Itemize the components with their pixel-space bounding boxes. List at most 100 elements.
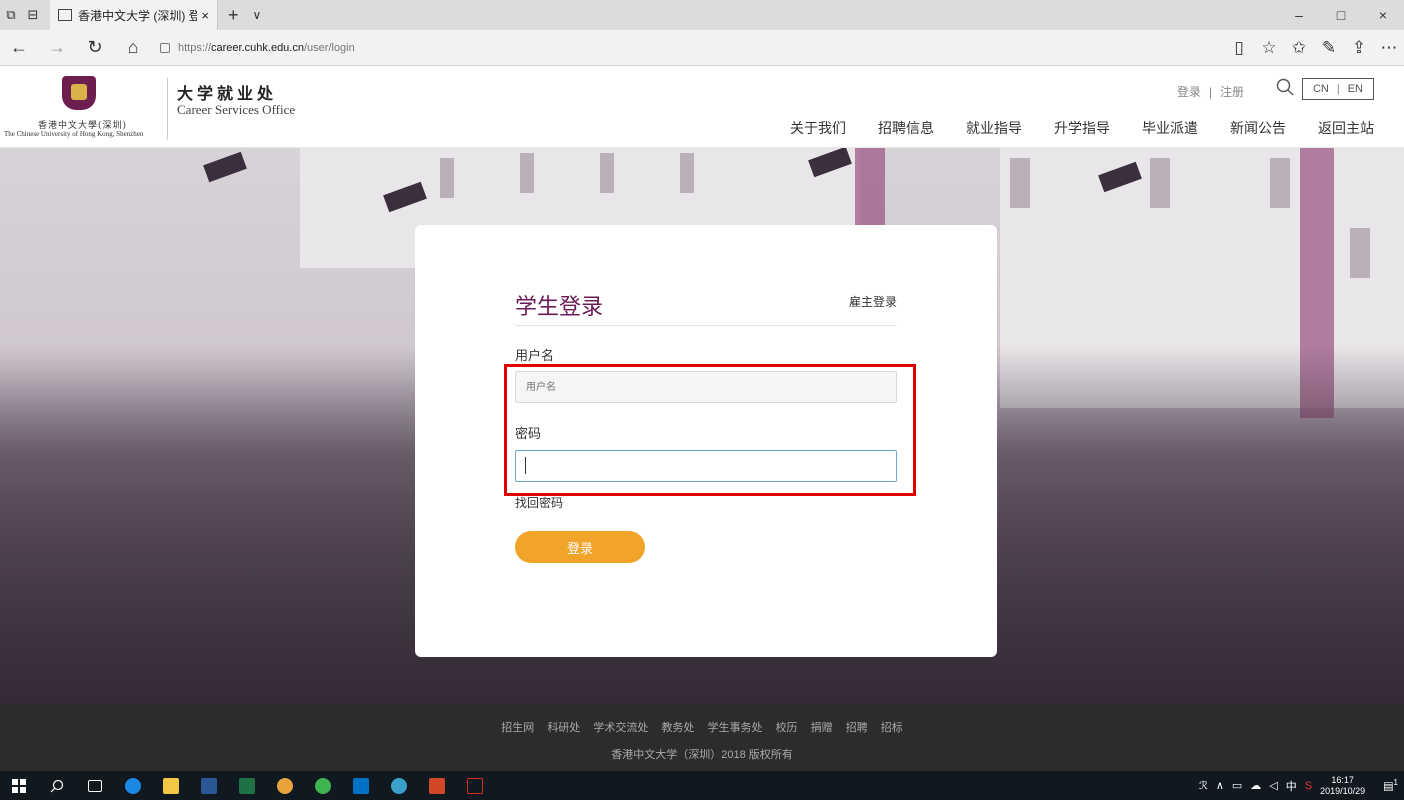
action-center-icon[interactable]: ▤1 [1383, 778, 1398, 793]
people-icon[interactable]: ℛ [1199, 779, 1208, 792]
restore-button[interactable]: □ [1320, 0, 1362, 30]
window-controls: – □ × [1278, 0, 1404, 30]
windows-taskbar: ℛ ∧ ▭ ☁ ◁ 中 S 16:17 2019/10/29 ▤1 [0, 771, 1404, 800]
browser-tab-bar: ⧉ ⊟ 香港中文大学 (深圳) 登录 × + ∨ – □ × [0, 0, 1404, 30]
footer-link-registry[interactable]: 教务处 [661, 722, 694, 734]
password-label: 密码 [515, 426, 542, 441]
clock-time: 16:17 [1331, 774, 1354, 785]
text-cursor [525, 457, 526, 474]
footer-link-research[interactable]: 科研处 [547, 722, 580, 734]
nav-career-guidance[interactable]: 就业指导 [966, 118, 1022, 138]
forward-arrow-icon[interactable]: → [38, 30, 76, 66]
reading-view-icon[interactable]: ▯ [1224, 38, 1254, 58]
powerpoint-icon[interactable] [418, 771, 456, 800]
window-shape [1150, 158, 1170, 208]
language-switcher: CN | EN [1301, 78, 1374, 100]
username-label: 用户名 [515, 348, 555, 363]
url-host: career.cuhk.edu.cn [211, 41, 304, 54]
system-clock[interactable]: 16:17 2019/10/29 [1320, 775, 1365, 797]
volume-icon[interactable]: ◁ [1269, 779, 1277, 792]
main-nav: 关于我们 招聘信息 就业指导 升学指导 毕业派遣 新闻公告 返回主站 [758, 118, 1374, 138]
start-button[interactable] [0, 771, 38, 800]
employer-login-link[interactable]: 雇主登录 [849, 293, 897, 310]
utility-links: 登录 | 注册 [1177, 83, 1244, 100]
lang-cn-button[interactable]: CN [1313, 83, 1329, 95]
edge-browser-icon[interactable] [114, 771, 152, 800]
username-input[interactable] [515, 371, 897, 403]
url-prefix: https:// [178, 41, 212, 54]
app-icon[interactable] [380, 771, 418, 800]
favorites-list-icon[interactable]: ✩ [1284, 38, 1314, 58]
word-icon[interactable] [190, 771, 228, 800]
nav-graduate-dispatch[interactable]: 毕业派遣 [1142, 118, 1198, 138]
window-shape [1350, 228, 1370, 278]
tray-chevron-icon[interactable]: ∧ [1216, 779, 1224, 792]
student-login-title: 学生登录 [515, 294, 604, 319]
title-divider [515, 325, 897, 326]
acrobat-icon[interactable] [456, 771, 494, 800]
minimize-button[interactable]: – [1278, 0, 1320, 30]
url-field[interactable]: https://career.cuhk.edu.cn/user/login [160, 42, 355, 54]
window-shape [1010, 158, 1030, 208]
nav-news[interactable]: 新闻公告 [1230, 118, 1286, 138]
outlook-icon[interactable] [342, 771, 380, 800]
login-button[interactable]: 登录 [515, 531, 645, 563]
window-shape [680, 153, 694, 193]
search-icon[interactable] [1276, 78, 1294, 96]
sogou-input-icon[interactable]: S [1305, 780, 1312, 792]
copyright-text: 香港中文大学（深圳）2018 版权所有 [611, 749, 793, 761]
register-link[interactable]: 注册 [1220, 83, 1244, 100]
set-tabs-aside-icon[interactable]: ⧉ [0, 4, 22, 26]
nav-main-site[interactable]: 返回主站 [1318, 118, 1374, 138]
lang-en-button[interactable]: EN [1348, 83, 1363, 95]
tabs-aside-icon[interactable]: ⊟ [22, 4, 44, 26]
footer-link-calendar[interactable]: 校历 [776, 722, 798, 734]
browser-tab-active[interactable]: 香港中文大学 (深圳) 登录 × [50, 0, 218, 30]
network-icon[interactable]: ▭ [1232, 779, 1242, 792]
favorite-star-icon[interactable]: ☆ [1254, 38, 1284, 58]
window-shape [600, 153, 614, 193]
home-icon[interactable]: ⌂ [114, 30, 152, 66]
graduation-cap-shape [203, 151, 247, 183]
share-icon[interactable]: ⇪ [1344, 38, 1374, 58]
ime-indicator[interactable]: 中 [1286, 778, 1297, 794]
close-window-button[interactable]: × [1362, 0, 1404, 30]
footer-link-academic-exchange[interactable]: 学术交流处 [593, 722, 648, 734]
footer-link-donation[interactable]: 捐赠 [811, 722, 833, 734]
tab-close-icon[interactable]: × [201, 8, 209, 23]
refresh-icon[interactable]: ↻ [76, 30, 114, 66]
new-tab-button[interactable]: + [228, 5, 239, 26]
footer-link-student-affairs[interactable]: 学生事务处 [708, 722, 763, 734]
lang-separator: | [1336, 83, 1340, 95]
tab-list-chevron-icon[interactable]: ∨ [253, 8, 262, 22]
search-taskbar-icon[interactable] [38, 771, 76, 800]
excel-icon[interactable] [228, 771, 266, 800]
window-shape [520, 153, 534, 193]
file-explorer-icon[interactable] [152, 771, 190, 800]
browser-toolbar-right: ▯ ☆ ✩ ✎ ⇪ ⋯ [1224, 30, 1404, 66]
onedrive-icon[interactable]: ☁ [1250, 779, 1261, 792]
system-tray: ℛ ∧ ▭ ☁ ◁ 中 S 16:17 2019/10/29 ▤1 [1191, 771, 1404, 800]
nav-recruitment[interactable]: 招聘信息 [878, 118, 934, 138]
nav-further-study[interactable]: 升学指导 [1054, 118, 1110, 138]
web-note-pen-icon[interactable]: ✎ [1314, 38, 1344, 58]
password-input[interactable] [515, 450, 897, 482]
forgot-password-link[interactable]: 找回密码 [515, 494, 563, 511]
tab-title: 香港中文大学 (深圳) 登录 [78, 8, 198, 23]
login-link[interactable]: 登录 [1177, 83, 1201, 100]
nav-about[interactable]: 关于我们 [790, 118, 846, 138]
footer-link-tender[interactable]: 招标 [881, 722, 903, 734]
logo-divider [167, 78, 168, 140]
footer-link-admissions[interactable]: 招生网 [501, 722, 534, 734]
footer-link-jobs[interactable]: 招聘 [846, 722, 868, 734]
task-view-icon[interactable] [76, 771, 114, 800]
address-bar: ← → ↻ ⌂ https://career.cuhk.edu.cn/user/… [0, 30, 1404, 66]
window-shape [1270, 158, 1290, 208]
back-arrow-icon[interactable]: ← [0, 30, 38, 66]
university-crest-icon[interactable] [62, 76, 96, 110]
chrome-icon[interactable] [266, 771, 304, 800]
login-card: 学生登录 雇主登录 用户名 密码 找回密码 登录 [415, 225, 997, 657]
site-header: 香港中文大學(深圳) The Chinese University of Hon… [0, 66, 1404, 148]
more-menu-icon[interactable]: ⋯ [1374, 38, 1404, 58]
wechat-icon[interactable] [304, 771, 342, 800]
